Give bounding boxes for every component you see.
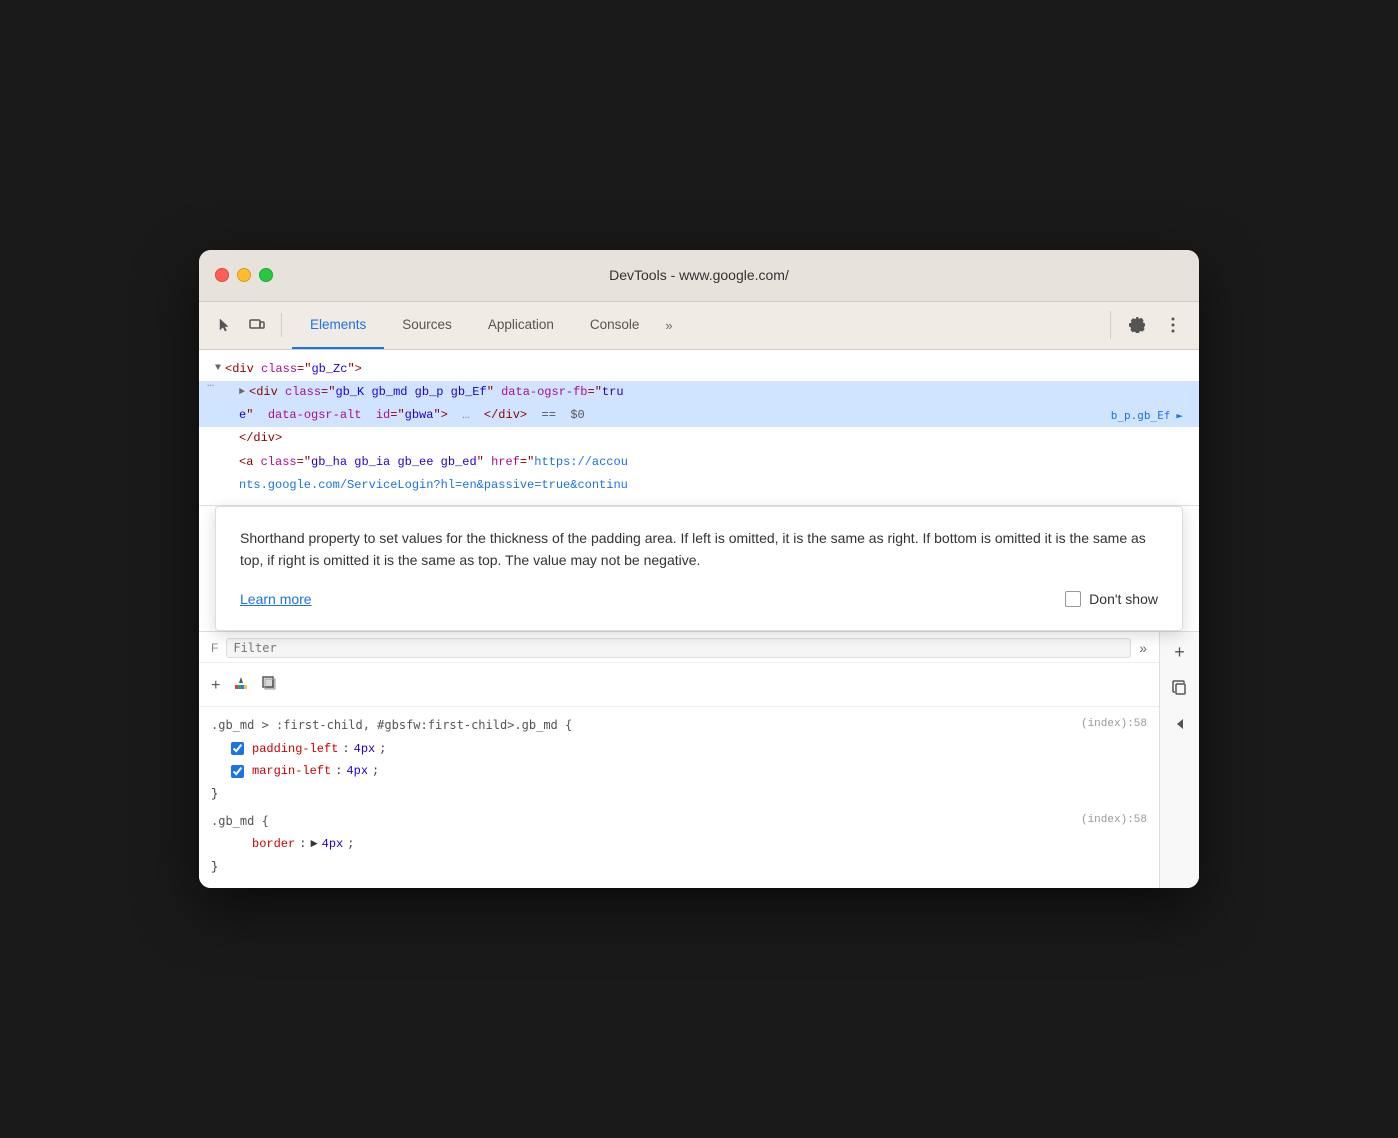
styles-header-row: F » bbox=[199, 632, 1159, 663]
prop-name-padding-left: padding-left bbox=[252, 739, 338, 759]
style-selector-2: .gb_md { bbox=[211, 811, 269, 831]
tab-console[interactable]: Console bbox=[572, 301, 658, 349]
dom-line-6[interactable]: nts.google.com/ServiceLogin?hl=en&passiv… bbox=[199, 474, 1199, 497]
prop-value-padding-left[interactable]: 4px bbox=[354, 739, 376, 759]
minimize-button[interactable] bbox=[237, 268, 251, 282]
add-style-icon[interactable]: + bbox=[1168, 640, 1192, 664]
dont-show-checkbox[interactable] bbox=[1065, 591, 1081, 607]
tooltip-footer: Learn more Don't show bbox=[240, 588, 1158, 610]
dom-line-5[interactable]: <a class="gb_ha gb_ia gb_ee gb_ed" href=… bbox=[199, 451, 1199, 474]
dom-line-1[interactable]: ▼ <div class="gb_Zc"> bbox=[199, 358, 1199, 381]
source-link-1[interactable]: (index):58 bbox=[1081, 715, 1147, 735]
border-expand-arrow[interactable]: ► bbox=[310, 834, 317, 854]
styles-tools-row: + bbox=[199, 671, 1159, 707]
dont-show-label: Don't show bbox=[1089, 588, 1158, 610]
style-property-border: border : ► 4px ; bbox=[199, 833, 1159, 855]
tab-elements[interactable]: Elements bbox=[292, 301, 384, 349]
styles-filter-label: F bbox=[211, 641, 218, 655]
collapse-panel-icon[interactable] bbox=[1168, 712, 1192, 736]
dont-show-area: Don't show bbox=[1065, 588, 1158, 610]
cursor-tool-icon[interactable] bbox=[211, 311, 239, 339]
tab-sources[interactable]: Sources bbox=[384, 301, 470, 349]
prop-value-border[interactable]: 4px bbox=[322, 834, 344, 854]
style-section-2: .gb_md { (index):58 border : ► 4px ; bbox=[199, 807, 1159, 880]
dom-line-3[interactable]: e" data-ogsr-alt id="gbwa"> … </div> == … bbox=[199, 404, 1199, 427]
titlebar: DevTools - www.google.com/ bbox=[199, 250, 1199, 302]
add-rule-icon[interactable]: + bbox=[211, 673, 221, 700]
close-brace-2: } bbox=[199, 856, 1159, 878]
settings-icon[interactable] bbox=[1123, 311, 1151, 339]
prop-value-margin-left[interactable]: 4px bbox=[346, 761, 368, 781]
tab-more-button[interactable]: » bbox=[657, 301, 680, 349]
style-section-1: .gb_md > :first-child, #gbsfw:first-chil… bbox=[199, 711, 1159, 807]
device-toggle-icon[interactable] bbox=[243, 311, 271, 339]
maximize-button[interactable] bbox=[259, 268, 273, 282]
prop-name-margin-left: margin-left bbox=[252, 761, 331, 781]
learn-more-link[interactable]: Learn more bbox=[240, 588, 312, 610]
window-title: DevTools - www.google.com/ bbox=[609, 267, 789, 283]
margin-left-checkbox[interactable] bbox=[231, 765, 244, 778]
dom-line-2[interactable]: ► <div class="gb_K gb_md gb_p gb_Ef" dat… bbox=[199, 381, 1199, 404]
copy-style-icon[interactable] bbox=[1168, 676, 1192, 700]
dom-panel: … ▼ <div class="gb_Zc"> ► <div class="gb… bbox=[199, 350, 1199, 506]
styles-panel: + bbox=[199, 663, 1159, 888]
expand-arrow-1[interactable]: ▼ bbox=[215, 361, 221, 377]
styles-left-panel: F » + bbox=[199, 632, 1159, 888]
style-property-margin-left: margin-left : 4px ; bbox=[199, 760, 1159, 782]
toolbar-divider bbox=[281, 313, 282, 337]
tab-list: Elements Sources Application Console » bbox=[292, 301, 1106, 349]
more-options-icon[interactable] bbox=[1159, 311, 1187, 339]
bottom-panel: F » + bbox=[199, 631, 1199, 888]
tab-application[interactable]: Application bbox=[470, 301, 572, 349]
expand-arrow-2[interactable]: ► bbox=[239, 385, 245, 401]
shadows-icon[interactable] bbox=[261, 675, 277, 698]
toolbar-right bbox=[1110, 311, 1187, 339]
overflow-arrow-right[interactable]: ► bbox=[1176, 407, 1183, 425]
selected-element-display: b_p.gb_Ef bbox=[1111, 407, 1171, 425]
padding-left-checkbox[interactable] bbox=[231, 742, 244, 755]
tooltip-description: Shorthand property to set values for the… bbox=[240, 527, 1158, 572]
style-section-2-header: .gb_md { (index):58 bbox=[199, 809, 1159, 833]
source-link-2[interactable]: (index):58 bbox=[1081, 811, 1147, 831]
color-picker-icon[interactable] bbox=[233, 675, 249, 698]
dom-line-4[interactable]: </div> bbox=[199, 427, 1199, 450]
devtools-window: DevTools - www.google.com/ Elements Sour… bbox=[199, 250, 1199, 888]
style-selector-1: .gb_md > :first-child, #gbsfw:first-chil… bbox=[211, 715, 572, 735]
dom-ellipsis: … bbox=[207, 374, 214, 393]
styles-chevron-icon[interactable]: » bbox=[1139, 640, 1147, 656]
styles-filter-input[interactable] bbox=[226, 638, 1131, 658]
style-property-padding-left: padding-left : 4px ; bbox=[199, 738, 1159, 760]
close-brace-1: } bbox=[199, 783, 1159, 805]
toolbar: Elements Sources Application Console » bbox=[199, 302, 1199, 350]
style-section-1-header: .gb_md > :first-child, #gbsfw:first-chil… bbox=[199, 713, 1159, 737]
prop-name-border: border bbox=[252, 834, 295, 854]
main-content: … ▼ <div class="gb_Zc"> ► <div class="gb… bbox=[199, 350, 1199, 888]
traffic-lights bbox=[215, 268, 273, 282]
close-button[interactable] bbox=[215, 268, 229, 282]
tooltip-popup: Shorthand property to set values for the… bbox=[215, 506, 1183, 631]
right-panel-icons: + bbox=[1159, 632, 1199, 888]
